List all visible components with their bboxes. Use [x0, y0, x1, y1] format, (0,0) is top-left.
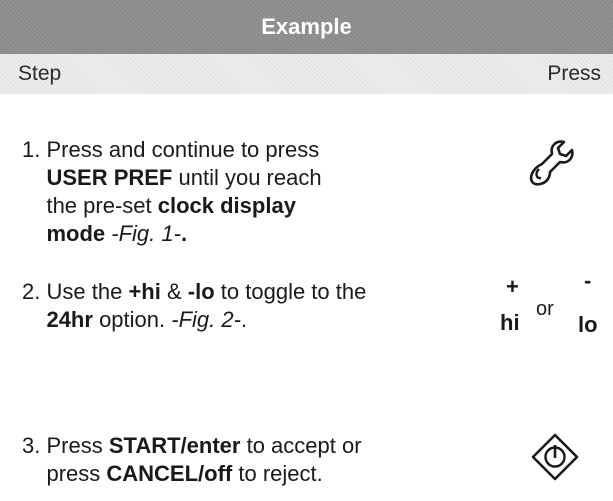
hi-lo-press-keys: + - hi or lo — [496, 268, 606, 344]
lo-key-label: -lo — [187, 279, 215, 304]
step-text: to accept or — [246, 433, 362, 458]
step-number: 2. — [22, 279, 41, 304]
step-tail: . — [180, 221, 188, 246]
step-2-text: 2. Use the +hi & -lo to toggle to the 24… — [22, 278, 462, 334]
step-text: the pre-set — [46, 193, 152, 218]
figure-reference: -Fig. 1- — [111, 221, 181, 246]
column-step-label: Step — [18, 62, 62, 85]
step-3-text: 3. Press START/enter to accept or press … — [22, 432, 462, 488]
hi-key-text: hi — [500, 310, 520, 335]
step-number: 3. — [22, 433, 41, 458]
wrench-icon — [529, 140, 574, 186]
step-text: option. — [99, 307, 166, 332]
minus-symbol: - — [584, 268, 592, 293]
figure-reference: -Fig. 2- — [171, 307, 241, 332]
step-text: Press — [46, 433, 103, 458]
clock-display-label: clock display — [157, 193, 296, 218]
step-text: to toggle to the — [220, 279, 367, 304]
step-text: until you reach — [178, 165, 322, 190]
column-header-bar: Step Press — [0, 54, 613, 94]
step-text: press — [46, 461, 101, 486]
header-title: Example — [261, 14, 352, 39]
example-header: Example — [0, 0, 613, 54]
step-text: to reject. — [238, 461, 323, 486]
plus-symbol: + — [506, 274, 519, 299]
step-text: Use the — [46, 279, 123, 304]
step-text: Press and continue to press — [46, 137, 320, 162]
column-press-label: Press — [547, 62, 601, 85]
step-tail: . — [240, 307, 248, 332]
start-enter-key-label: START/enter — [108, 433, 241, 458]
step-1-text: 1. Press and continue to press USER PREF… — [22, 136, 462, 248]
start-icon — [531, 433, 579, 481]
24hr-label: 24hr — [46, 307, 93, 332]
cancel-off-key-label: CANCEL/off — [106, 461, 233, 486]
user-pref-key-label: USER PREF — [46, 165, 173, 190]
or-text: or — [536, 298, 554, 320]
step-number: 1. — [22, 137, 41, 162]
mode-label: mode — [46, 221, 106, 246]
hi-key-label: +hi — [128, 279, 161, 304]
lo-key-text: lo — [578, 312, 598, 337]
step-text: & — [166, 279, 182, 304]
